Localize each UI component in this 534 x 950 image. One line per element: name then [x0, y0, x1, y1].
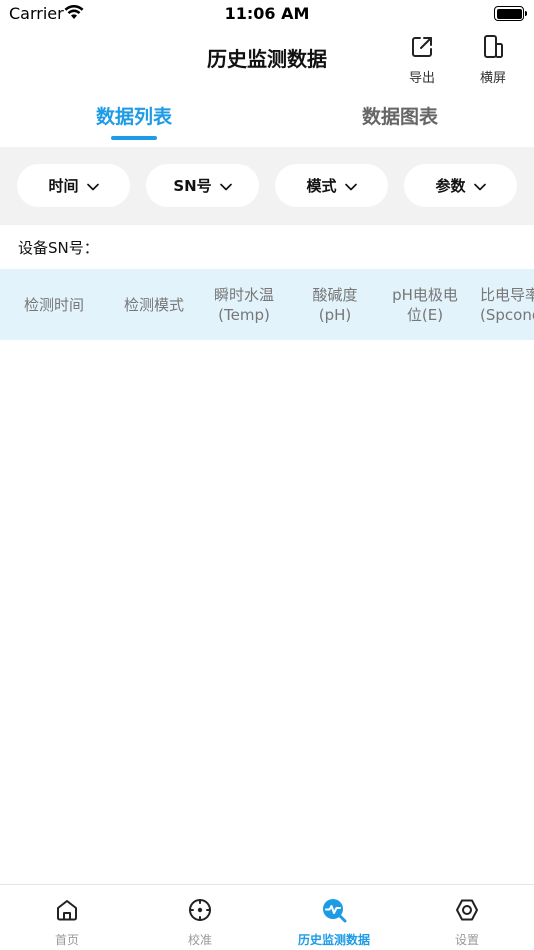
column-header-mode: 检测模式 [123, 295, 184, 314]
bottom-tab-bar: 首页 校准 历史监测数据 设置 [0, 884, 534, 950]
tab-history[interactable]: 历史监测数据 [274, 897, 394, 948]
tab-home-label: 首页 [54, 933, 79, 947]
view-tabs: 数据列表 数据图表 [0, 96, 534, 146]
column-header-temp: 瞬时水温 (Temp) [213, 285, 274, 324]
tab-settings[interactable]: 设置 [407, 897, 527, 948]
status-time: 11:06 AM [224, 4, 310, 23]
chevron-down-icon [219, 177, 232, 195]
sn-filter-label: SN号 [173, 177, 212, 195]
nav-bar: 历史监测数据 导出 横屏 [0, 28, 534, 86]
home-icon [54, 897, 80, 927]
tab-data-list[interactable]: 数据列表 [34, 102, 234, 129]
device-sn-label: 设备SN号： [18, 239, 99, 257]
mode-filter-label: 模式 [306, 177, 337, 195]
chevron-down-icon [473, 177, 486, 195]
calibrate-icon [187, 897, 213, 927]
tab-calibrate[interactable]: 校准 [140, 897, 260, 948]
status-bar: Carrier 11:06 AM [0, 0, 534, 28]
parameter-filter[interactable]: 参数 [404, 164, 517, 207]
sn-filter[interactable]: SN号 [146, 164, 259, 207]
time-filter[interactable]: 时间 [17, 164, 130, 207]
active-tab-indicator [111, 136, 157, 140]
tab-home[interactable]: 首页 [7, 897, 127, 948]
tab-data-chart[interactable]: 数据图表 [300, 102, 500, 129]
column-header-spcond: 比电导率 (Spcond) [480, 285, 534, 324]
filter-bar: 时间 SN号 模式 参数 [0, 147, 534, 225]
column-header-time: 检测时间 [23, 295, 84, 314]
page-title: 历史监测数据 [207, 47, 327, 71]
tab-settings-label: 设置 [454, 933, 479, 947]
table-header[interactable]: 检测时间 检测模式 瞬时水温 (Temp) 酸碱度 (pH) pH电极电 位(E… [0, 269, 534, 340]
column-header-ph-potential: pH电极电 位(E) [392, 285, 458, 324]
export-icon [409, 34, 435, 64]
column-header-ph: 酸碱度 (pH) [312, 285, 358, 324]
export-label: 导出 [408, 71, 435, 86]
landscape-button[interactable]: 横屏 [469, 34, 517, 86]
rotate-screen-icon [480, 34, 506, 64]
chevron-down-icon [86, 177, 99, 195]
parameter-filter-label: 参数 [435, 177, 466, 195]
settings-icon [454, 897, 480, 927]
time-filter-label: 时间 [48, 177, 79, 195]
tab-calibrate-label: 校准 [187, 933, 212, 947]
export-button[interactable]: 导出 [398, 34, 446, 86]
landscape-label: 横屏 [479, 71, 506, 86]
tab-history-label: 历史监测数据 [297, 933, 370, 947]
chevron-down-icon [344, 177, 357, 195]
battery-icon [494, 6, 527, 21]
mode-filter[interactable]: 模式 [275, 164, 388, 207]
history-monitor-icon [321, 897, 347, 927]
